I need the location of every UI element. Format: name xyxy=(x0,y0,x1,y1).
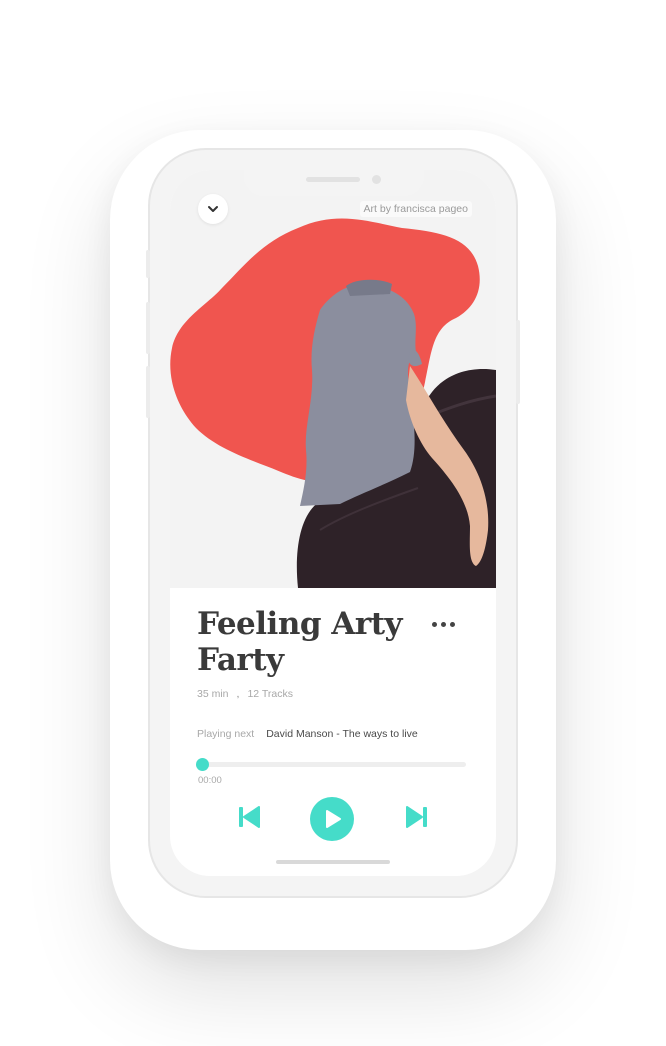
elapsed-time: 00:00 xyxy=(198,775,222,786)
collage-illustration xyxy=(170,218,496,588)
side-button xyxy=(516,320,520,404)
playlist-title: Feeling Arty Farty xyxy=(197,606,403,678)
play-button[interactable] xyxy=(310,797,354,841)
home-indicator[interactable] xyxy=(276,860,390,864)
more-options-button[interactable] xyxy=(432,618,460,630)
up-next-row[interactable]: Playing next David Manson - The ways to … xyxy=(197,728,418,740)
front-camera xyxy=(372,175,381,184)
more-horizontal-icon xyxy=(441,621,446,627)
more-horizontal-icon xyxy=(450,621,455,627)
collapse-button[interactable] xyxy=(198,194,228,224)
skip-previous-icon xyxy=(239,806,260,828)
side-button xyxy=(146,366,150,418)
previous-button[interactable] xyxy=(234,802,264,832)
up-next-track: David Manson - The ways to live xyxy=(266,728,418,740)
play-icon xyxy=(326,810,341,828)
speaker-grille xyxy=(306,177,360,182)
up-next-label: Playing next xyxy=(197,728,255,740)
playlist-track-count: 12 Tracks xyxy=(247,688,293,700)
notch xyxy=(244,170,424,196)
next-button[interactable] xyxy=(402,802,432,832)
side-button xyxy=(146,250,150,278)
side-button xyxy=(146,302,150,354)
playlist-duration: 35 min xyxy=(197,688,229,700)
art-credit[interactable]: Art by francisca pageo xyxy=(359,201,472,217)
chevron-down-icon xyxy=(208,206,218,212)
skip-next-icon xyxy=(406,806,427,828)
player-screen: Art by francisca pageo Feeling Arty Fart… xyxy=(170,170,496,876)
more-horizontal-icon xyxy=(432,621,437,627)
playlist-meta: 35 min , 12 Tracks xyxy=(197,688,293,700)
meta-separator: , xyxy=(236,688,240,700)
album-artwork: Art by francisca pageo xyxy=(170,170,496,588)
progress-bar[interactable] xyxy=(202,762,466,767)
progress-handle[interactable] xyxy=(195,758,209,771)
